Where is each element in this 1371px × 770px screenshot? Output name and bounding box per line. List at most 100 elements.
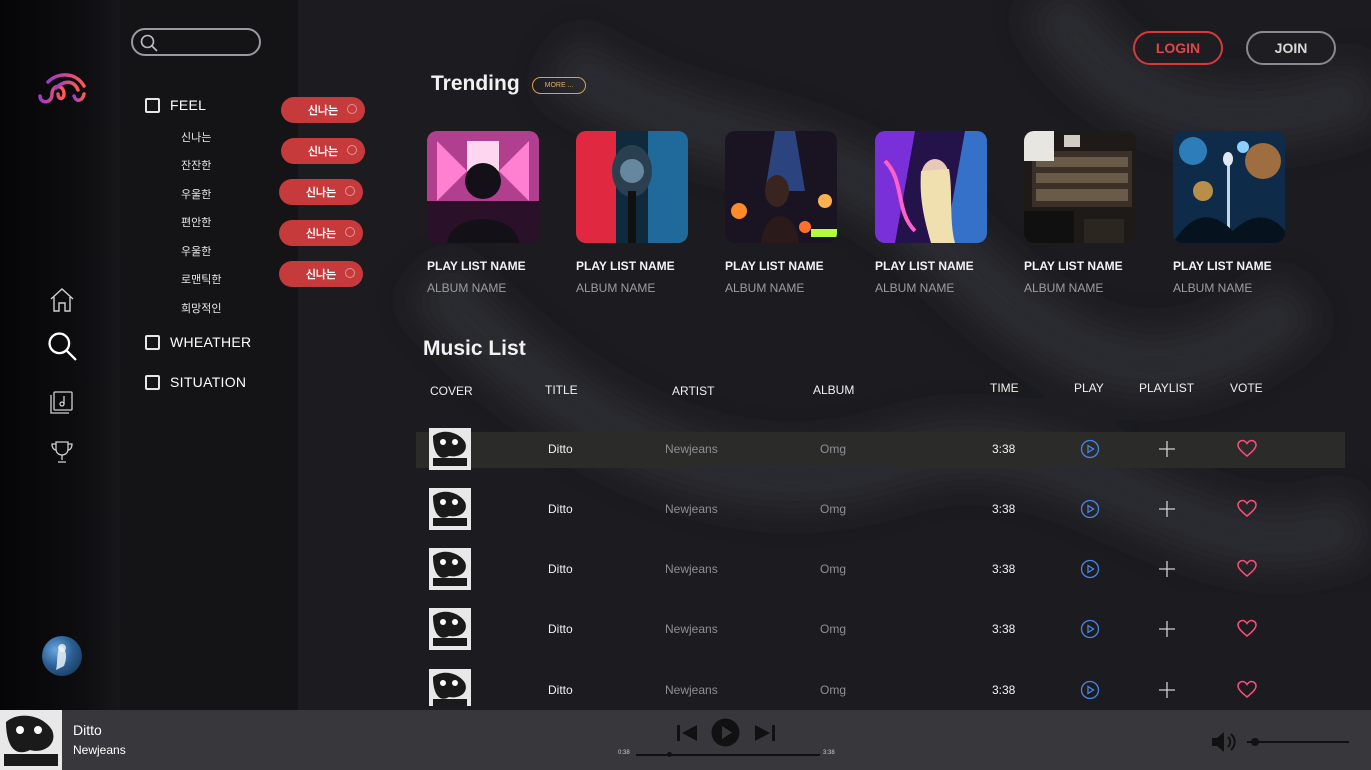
song-title[interactable]: Ditto xyxy=(548,622,573,636)
checkbox[interactable] xyxy=(145,334,160,350)
plus-icon[interactable] xyxy=(1157,680,1177,700)
checkbox[interactable] xyxy=(145,97,160,113)
volume-slider[interactable] xyxy=(1247,741,1349,743)
song-album[interactable]: Omg xyxy=(820,622,846,636)
progress-handle[interactable] xyxy=(667,752,673,757)
heart-icon[interactable] xyxy=(1237,499,1257,519)
heart-icon[interactable] xyxy=(1237,680,1257,700)
playlist-cover xyxy=(1173,131,1285,243)
song-artist[interactable]: Newjeans xyxy=(665,502,718,516)
more-button[interactable]: MORE ... xyxy=(532,77,586,94)
selected-filter-chip[interactable]: 신나는 xyxy=(281,138,365,164)
login-button[interactable]: LOGIN xyxy=(1133,31,1223,65)
song-artist[interactable]: Newjeans xyxy=(665,622,718,636)
song-time: 3:38 xyxy=(992,622,1016,636)
progress-bar[interactable] xyxy=(636,752,820,757)
play-circle-icon[interactable] xyxy=(1080,559,1100,579)
playlist-name: PLAY LIST NAME xyxy=(1173,259,1272,273)
category-label: FEEL xyxy=(170,97,207,113)
remove-icon[interactable] xyxy=(345,186,355,196)
album-name: ALBUM NAME xyxy=(1173,281,1253,295)
now-playing-title[interactable]: Ditto xyxy=(73,722,102,738)
remove-icon[interactable] xyxy=(345,227,355,237)
selected-filter-chip[interactable]: 신나는 xyxy=(279,179,363,205)
album-cover xyxy=(429,669,471,706)
now-playing-cover[interactable] xyxy=(0,710,62,770)
feel-item[interactable]: 신나는 xyxy=(181,129,211,145)
nav-search[interactable] xyxy=(46,330,78,362)
song-artist[interactable]: Newjeans xyxy=(665,442,718,456)
user-avatar[interactable] xyxy=(42,636,82,676)
song-album[interactable]: Omg xyxy=(820,562,846,576)
play-circle-icon[interactable] xyxy=(1080,680,1100,700)
home-icon xyxy=(50,288,74,312)
table-row[interactable]: Ditto Newjeans Omg 3:38 xyxy=(416,428,1345,470)
song-album[interactable]: Omg xyxy=(820,683,846,697)
heart-icon[interactable] xyxy=(1237,559,1257,579)
song-album[interactable]: Omg xyxy=(820,502,846,516)
skip-previous-icon[interactable] xyxy=(676,723,698,743)
now-playing-artist[interactable]: Newjeans xyxy=(73,743,126,757)
plus-icon[interactable] xyxy=(1157,439,1177,459)
trending-card[interactable]: PLAY LIST NAME ALBUM NAME xyxy=(576,131,688,295)
table-row[interactable]: Ditto Newjeans Omg 3:38 xyxy=(416,548,1345,590)
song-artist[interactable]: Newjeans xyxy=(665,562,718,576)
feel-item[interactable]: 잔잔한 xyxy=(181,157,211,173)
table-row[interactable]: Ditto Newjeans Omg 3:38 xyxy=(416,488,1345,530)
nav-ranking[interactable] xyxy=(46,436,78,468)
plus-icon[interactable] xyxy=(1157,559,1177,579)
trending-card[interactable]: PLAY LIST NAME ALBUM NAME xyxy=(875,131,987,295)
nav-library[interactable] xyxy=(46,384,78,416)
filter-category-situation[interactable]: SITUATION xyxy=(145,374,246,390)
nav-home[interactable] xyxy=(46,284,78,316)
search-input[interactable] xyxy=(163,33,257,53)
play-circle-icon[interactable] xyxy=(1080,619,1100,639)
avatar-image xyxy=(56,644,67,670)
feel-item[interactable]: 로맨틱한 xyxy=(181,271,221,287)
song-title[interactable]: Ditto xyxy=(548,683,573,697)
playlist-cover xyxy=(576,131,688,243)
volume-handle[interactable] xyxy=(1251,738,1260,746)
checkbox[interactable] xyxy=(145,374,160,390)
playlist-cover xyxy=(427,131,539,243)
selected-filter-chip[interactable]: 신나는 xyxy=(281,97,365,123)
play-circle-icon[interactable] xyxy=(1080,499,1100,519)
plus-icon[interactable] xyxy=(1157,499,1177,519)
heart-icon[interactable] xyxy=(1237,439,1257,459)
song-title[interactable]: Ditto xyxy=(548,562,573,576)
trending-card[interactable]: PLAY LIST NAME ALBUM NAME xyxy=(427,131,539,295)
song-title[interactable]: Ditto xyxy=(548,502,573,516)
remove-icon[interactable] xyxy=(347,145,357,155)
feel-item[interactable]: 편안한 xyxy=(181,214,211,230)
heart-icon[interactable] xyxy=(1237,619,1257,639)
chip-label: 신나는 xyxy=(305,268,337,281)
volume-icon[interactable] xyxy=(1210,730,1238,754)
trending-card[interactable]: PLAY LIST NAME ALBUM NAME xyxy=(725,131,837,295)
feel-item[interactable]: 희망적인 xyxy=(181,300,221,316)
plus-icon[interactable] xyxy=(1157,619,1177,639)
song-album[interactable]: Omg xyxy=(820,442,846,456)
song-title[interactable]: Ditto xyxy=(548,442,573,456)
app-logo[interactable] xyxy=(36,70,90,110)
trending-card[interactable]: PLAY LIST NAME ALBUM NAME xyxy=(1173,131,1285,295)
selected-filter-chip[interactable]: 신나는 xyxy=(279,220,363,246)
table-row[interactable]: Ditto Newjeans Omg 3:38 xyxy=(416,669,1345,709)
remove-icon[interactable] xyxy=(347,104,357,114)
search-field[interactable] xyxy=(131,28,261,56)
trending-card[interactable]: PLAY LIST NAME ALBUM NAME xyxy=(1024,131,1136,295)
skip-next-icon[interactable] xyxy=(754,723,776,743)
filter-category-weather[interactable]: WHEATHER xyxy=(145,334,251,350)
selected-filter-chip[interactable]: 신나는 xyxy=(279,261,363,287)
filter-category-feel[interactable]: FEEL xyxy=(145,97,206,113)
remove-icon[interactable] xyxy=(345,268,355,278)
column-header-vote: VOTE xyxy=(1230,381,1263,395)
play-icon[interactable] xyxy=(711,718,740,747)
feel-item[interactable]: 우울한 xyxy=(181,186,211,202)
table-row[interactable]: Ditto Newjeans Omg 3:38 xyxy=(416,608,1345,650)
album-cover xyxy=(429,608,471,650)
play-circle-icon[interactable] xyxy=(1080,439,1100,459)
song-artist[interactable]: Newjeans xyxy=(665,683,718,697)
feel-item[interactable]: 우울한 xyxy=(181,243,211,259)
column-header-artist: ARTIST xyxy=(672,384,715,398)
join-button[interactable]: JOIN xyxy=(1246,31,1336,65)
